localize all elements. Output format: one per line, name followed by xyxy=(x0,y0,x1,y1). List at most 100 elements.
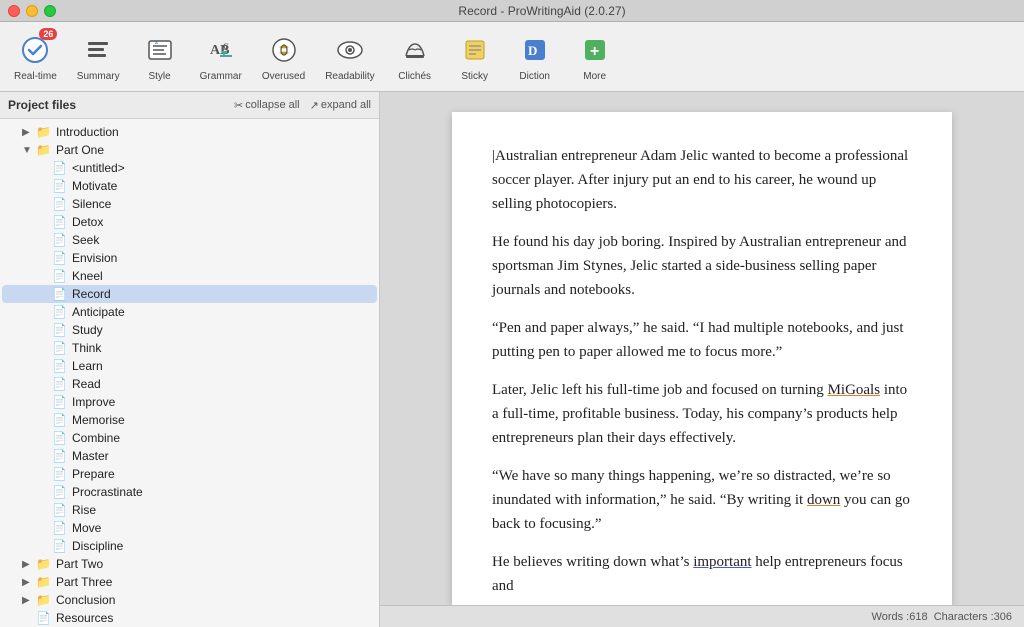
close-button[interactable] xyxy=(8,5,20,17)
sidebar-item-introduction[interactable]: ▶ 📁 Introduction xyxy=(2,123,377,141)
sidebar-item-discipline[interactable]: ▶ 📄 Discipline xyxy=(2,537,377,555)
summary-label: Summary xyxy=(77,71,120,82)
sidebar-item-rise[interactable]: ▶ 📄 Rise xyxy=(2,501,377,519)
sidebar-item-move[interactable]: ▶ 📄 Move xyxy=(2,519,377,537)
style-icon: A xyxy=(142,32,178,68)
sidebar-item-label: Move xyxy=(72,521,373,535)
sidebar-item-label: Introduction xyxy=(56,125,373,139)
minimize-button[interactable] xyxy=(26,5,38,17)
expand-label: expand all xyxy=(321,99,371,111)
sidebar-item-think[interactable]: ▶ 📄 Think xyxy=(2,339,377,357)
paragraph-4: Later, Jelic left his full-time job and … xyxy=(492,378,912,450)
expand-all-button[interactable]: ↗ expand all xyxy=(310,99,371,112)
doc-icon: 📄 xyxy=(52,359,68,373)
style-button[interactable]: A Style xyxy=(130,26,190,88)
doc-icon: 📄 xyxy=(52,377,68,391)
doc-icon: 📄 xyxy=(52,467,68,481)
doc-icon: 📄 xyxy=(52,485,68,499)
diction-icon: D xyxy=(517,32,553,68)
word-count-value: 618 xyxy=(909,611,927,623)
sidebar-header: Project files ✂ collapse all ↗ expand al… xyxy=(0,92,379,119)
cursor: | xyxy=(492,148,495,164)
collapse-all-button[interactable]: ✂ collapse all xyxy=(234,99,300,112)
realtime-icon: 26 xyxy=(17,32,53,68)
sidebar-item-label: Part One xyxy=(56,143,373,157)
sidebar-item-label: Anticipate xyxy=(72,305,373,319)
doc-icon: 📄 xyxy=(52,539,68,553)
expand-arrow: ▼ xyxy=(22,145,36,156)
sidebar-actions: ✂ collapse all ↗ expand all xyxy=(234,99,371,112)
sidebar-item-anticipate[interactable]: ▶ 📄 Anticipate xyxy=(2,303,377,321)
svg-text:+: + xyxy=(590,43,599,60)
doc-pink-icon: 📄 xyxy=(52,521,68,535)
sidebar-item-label: Detox xyxy=(72,215,373,229)
sidebar-item-parttwo[interactable]: ▶ 📁 Part Two xyxy=(2,555,377,573)
sticky-button[interactable]: Sticky xyxy=(445,26,505,88)
cliches-button[interactable]: Clichés xyxy=(385,26,445,88)
editor-page[interactable]: |Australian entrepreneur Adam Jelic want… xyxy=(452,112,952,605)
sidebar-item-resources[interactable]: ▶ 📄 Resources xyxy=(2,609,377,627)
more-button[interactable]: + More xyxy=(565,26,625,88)
separator: Characters : xyxy=(928,611,994,623)
realtime-label: Real-time xyxy=(14,71,57,82)
readability-icon xyxy=(332,32,368,68)
doc-icon: 📄 xyxy=(52,269,68,283)
sidebar-item-combine[interactable]: ▶ 📄 Combine xyxy=(2,429,377,447)
sidebar-item-label: Motivate xyxy=(72,179,373,193)
sidebar-item-memorise[interactable]: ▶ 📄 Memorise xyxy=(2,411,377,429)
sidebar-item-untitled[interactable]: ▶ 📄 <untitled> xyxy=(2,159,377,177)
sidebar-item-prepare[interactable]: ▶ 📄 Prepare xyxy=(2,465,377,483)
summary-button[interactable]: Summary xyxy=(67,26,130,88)
sidebar-item-kneel[interactable]: ▶ 📄 Kneel xyxy=(2,267,377,285)
sidebar-item-conclusion[interactable]: ▶ 📁 Conclusion xyxy=(2,591,377,609)
sidebar-item-detox[interactable]: ▶ 📄 Detox xyxy=(2,213,377,231)
grammar-button[interactable]: AB C Grammar xyxy=(190,26,252,88)
diction-button[interactable]: D Diction xyxy=(505,26,565,88)
paragraph-2: He found his day job boring. Inspired by… xyxy=(492,230,912,302)
maximize-button[interactable] xyxy=(44,5,56,17)
paragraph-1: |Australian entrepreneur Adam Jelic want… xyxy=(492,144,912,216)
char-count-value: 306 xyxy=(994,611,1012,623)
overused-button[interactable]: Overused xyxy=(252,26,315,88)
doc-icon: 📄 xyxy=(52,413,68,427)
sidebar-item-label: Procrastinate xyxy=(72,485,373,499)
migoals-link: MiGoals xyxy=(828,382,881,398)
doc-icon: 📄 xyxy=(52,503,68,517)
folder-icon: 📁 xyxy=(36,557,52,571)
readability-button[interactable]: Readability xyxy=(315,26,384,88)
sidebar-item-master[interactable]: ▶ 📄 Master xyxy=(2,447,377,465)
sidebar-item-read[interactable]: ▶ 📄 Read xyxy=(2,375,377,393)
sidebar-item-study[interactable]: ▶ 📄 Study xyxy=(2,321,377,339)
collapse-icon: ✂ xyxy=(234,99,243,112)
sidebar-item-improve[interactable]: ▶ 📄 Improve xyxy=(2,393,377,411)
sidebar-item-partone[interactable]: ▼ 📁 Part One xyxy=(2,141,377,159)
sidebar: Project files ✂ collapse all ↗ expand al… xyxy=(0,92,380,627)
sidebar-item-envision[interactable]: ▶ 📄 Envision xyxy=(2,249,377,267)
doc-icon: 📄 xyxy=(52,395,68,409)
svg-text:D: D xyxy=(528,43,537,58)
toolbar: 26 Real-time Summary A Style xyxy=(0,22,1024,92)
sidebar-item-motivate[interactable]: ▶ 📄 Motivate xyxy=(2,177,377,195)
sidebar-item-learn[interactable]: ▶ 📄 Learn xyxy=(2,357,377,375)
sidebar-tree: ▶ 📁 Introduction ▼ 📁 Part One ▶ 📄 <untit… xyxy=(0,119,379,627)
more-label: More xyxy=(583,71,606,82)
sidebar-item-label: Rise xyxy=(72,503,373,517)
down-word: down xyxy=(807,492,840,508)
grammar-icon: AB C xyxy=(203,32,239,68)
expand-icon: ↗ xyxy=(310,99,319,112)
realtime-button[interactable]: 26 Real-time xyxy=(4,26,67,88)
sidebar-item-label: Discipline xyxy=(72,539,373,553)
editor-scroll[interactable]: |Australian entrepreneur Adam Jelic want… xyxy=(380,92,1024,605)
grammar-label: Grammar xyxy=(200,71,242,82)
sidebar-item-seek[interactable]: ▶ 📄 Seek xyxy=(2,231,377,249)
folder-icon: 📁 xyxy=(36,143,52,157)
sticky-icon xyxy=(457,32,493,68)
doc-icon: 📄 xyxy=(52,449,68,463)
sidebar-item-procrastinate[interactable]: ▶ 📄 Procrastinate xyxy=(2,483,377,501)
overused-label: Overused xyxy=(262,71,305,82)
sidebar-item-partthree[interactable]: ▶ 📁 Part Three xyxy=(2,573,377,591)
sidebar-item-label: Seek xyxy=(72,233,373,247)
sidebar-item-silence[interactable]: ▶ 📄 Silence xyxy=(2,195,377,213)
window-title: Record - ProWritingAid (2.0.27) xyxy=(68,4,1016,18)
sidebar-item-record[interactable]: ▶ 📄 Record xyxy=(2,285,377,303)
